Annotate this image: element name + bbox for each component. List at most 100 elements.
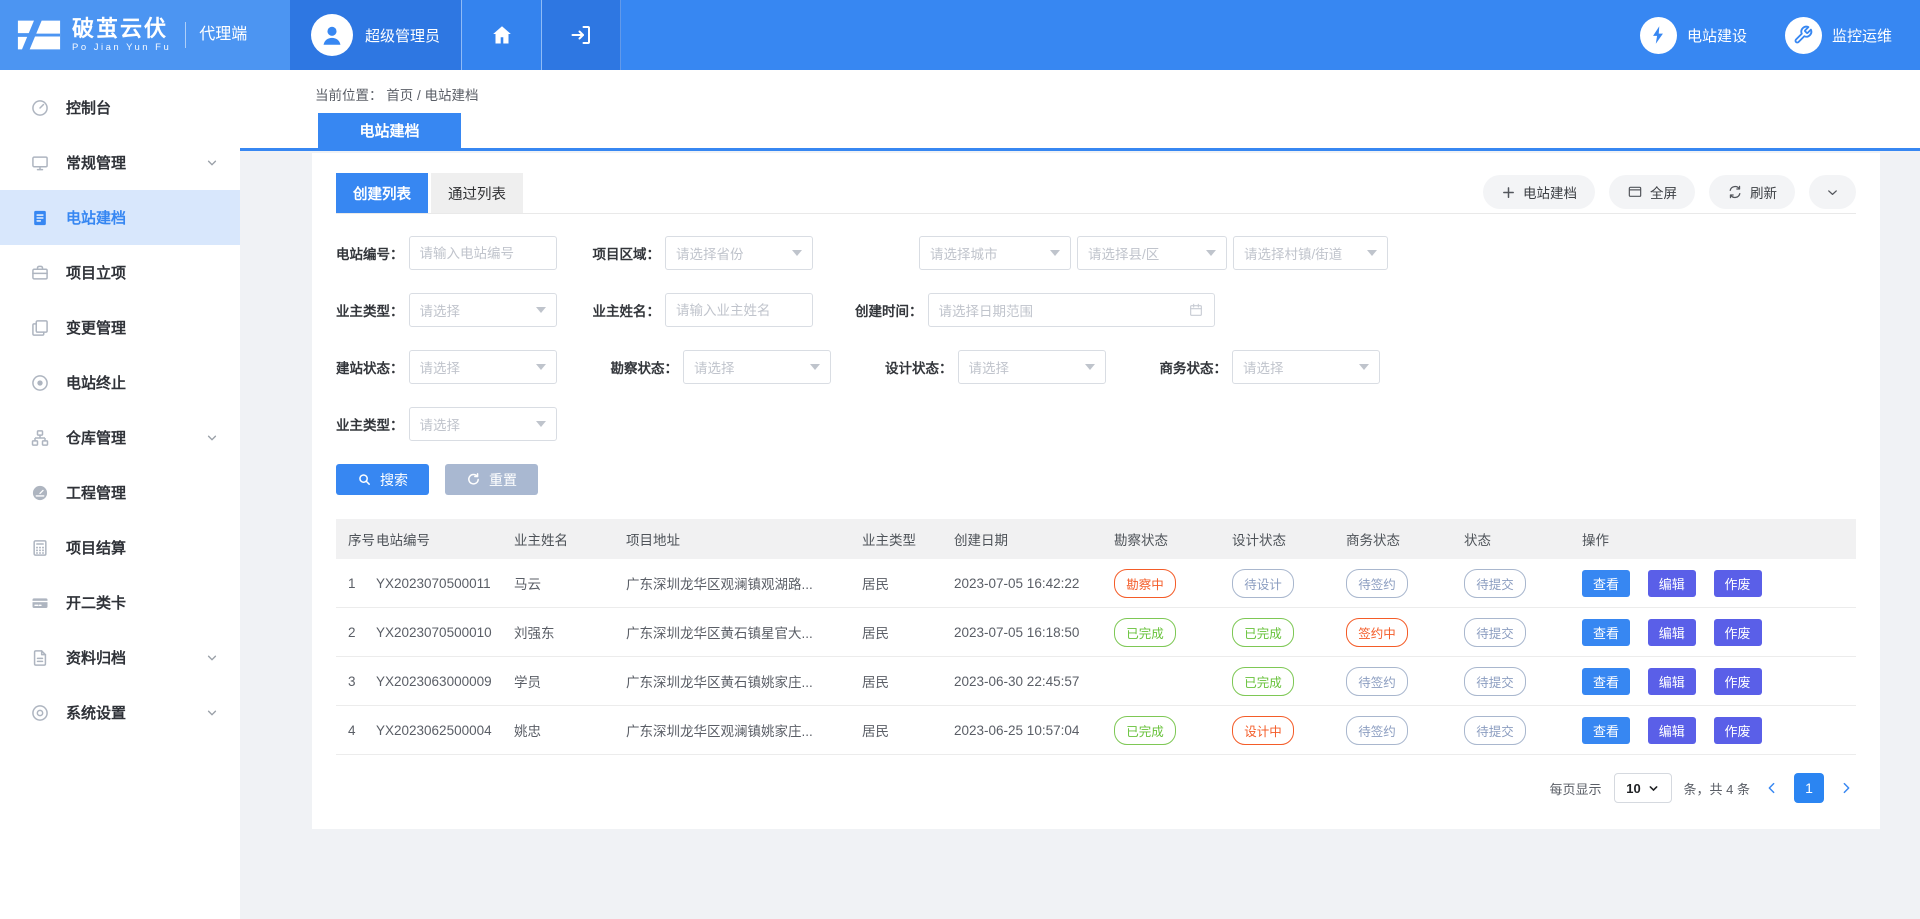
sidebar-item-label: 仓库管理 bbox=[66, 427, 126, 448]
home-button[interactable] bbox=[461, 0, 542, 70]
reset-button[interactable]: 重置 bbox=[445, 464, 538, 495]
cell-created-date: 2023-07-05 16:42:22 bbox=[954, 576, 1114, 591]
view-button[interactable]: 查看 bbox=[1582, 717, 1630, 744]
create-station-button[interactable]: 电站建档 bbox=[1483, 175, 1595, 209]
filter-row-3: 建站状态： 请选择 勘察状态： 请选择 设计状态： 请 bbox=[336, 350, 1856, 384]
total-count-label: 条，共 4 条 bbox=[1684, 779, 1750, 798]
caret-down-icon bbox=[1085, 364, 1095, 370]
table-row: 4 YX2023062500004 姚忠 广东深圳龙华区观澜镇姚家庄... 居民… bbox=[336, 706, 1856, 755]
sidebar-item-data-archive[interactable]: 资料归档 bbox=[0, 630, 240, 685]
sidebar-item-console[interactable]: 控制台 bbox=[0, 80, 240, 135]
card-head: 创建列表 通过列表 电站建档 全屏 bbox=[336, 173, 1856, 214]
caret-down-icon bbox=[1050, 250, 1060, 256]
tab-created-list[interactable]: 创建列表 bbox=[336, 173, 428, 213]
sidebar-item-project-initiation[interactable]: 项目立项 bbox=[0, 245, 240, 300]
table-header-row: 序号 电站编号 业主姓名 项目地址 业主类型 创建日期 勘察状态 设计状态 商务… bbox=[336, 519, 1856, 559]
business-status-select[interactable]: 请选择 bbox=[1232, 350, 1380, 384]
sidebar-item-system-settings[interactable]: 系统设置 bbox=[0, 685, 240, 740]
cell-created-date: 2023-07-05 16:18:50 bbox=[954, 625, 1114, 640]
refresh-button[interactable]: 刷新 bbox=[1709, 175, 1795, 209]
sidebar-item-station-archive[interactable]: 电站建档 bbox=[0, 190, 240, 245]
cell-status: 待提交 bbox=[1464, 667, 1582, 696]
sidebar-item-station-termination[interactable]: 电站终止 bbox=[0, 355, 240, 410]
owner-type-select[interactable]: 请选择 bbox=[409, 293, 557, 327]
nav-station-build[interactable]: 电站建设 bbox=[1640, 17, 1747, 54]
view-button[interactable]: 查看 bbox=[1582, 619, 1630, 646]
page-number-current[interactable]: 1 bbox=[1794, 773, 1824, 803]
province-select[interactable]: 请选择省份 bbox=[665, 236, 813, 270]
edit-button[interactable]: 编辑 bbox=[1648, 619, 1696, 646]
calendar-icon bbox=[1188, 302, 1204, 318]
business-status-placeholder: 请选择 bbox=[1243, 357, 1284, 377]
per-page-select[interactable]: 10 bbox=[1614, 773, 1672, 803]
sidebar-item-general-mgmt[interactable]: 常规管理 bbox=[0, 135, 240, 190]
next-page-button[interactable] bbox=[1836, 780, 1856, 796]
owner-name-input[interactable] bbox=[665, 293, 813, 327]
prev-page-button[interactable] bbox=[1762, 780, 1782, 796]
nav-monitor-ops[interactable]: 监控运维 bbox=[1785, 17, 1892, 54]
collapse-button[interactable] bbox=[1809, 175, 1856, 209]
status-badge: 待提交 bbox=[1464, 716, 1526, 745]
status-badge: 待提交 bbox=[1464, 618, 1526, 647]
sidebar-item-engineering-mgmt[interactable]: 工程管理 bbox=[0, 465, 240, 520]
edit-button[interactable]: 编辑 bbox=[1648, 668, 1696, 695]
logout-button[interactable] bbox=[542, 0, 621, 70]
user-menu[interactable]: 超级管理员 bbox=[290, 0, 461, 70]
search-label: 搜索 bbox=[380, 470, 408, 490]
home-icon bbox=[490, 23, 514, 47]
refresh-icon bbox=[1727, 184, 1743, 200]
tab-passed-list[interactable]: 通过列表 bbox=[431, 173, 523, 213]
date-range-input[interactable]: 请选择日期范围 bbox=[928, 293, 1215, 327]
design-status-select[interactable]: 请选择 bbox=[958, 350, 1106, 384]
col-actions: 操作 bbox=[1582, 529, 1856, 549]
app-header: 破茧云伏 Po Jian Yun Fu 代理端 超级管理员 bbox=[0, 0, 1920, 70]
sidebar-item-project-settlement[interactable]: 项目结算 bbox=[0, 520, 240, 575]
sidebar-item-open-card[interactable]: 开二类卡 bbox=[0, 575, 240, 630]
status-badge: 签约中 bbox=[1346, 618, 1408, 647]
sidebar-item-label: 系统设置 bbox=[66, 702, 126, 723]
owner-type-label: 业主类型： bbox=[336, 300, 404, 320]
edit-button[interactable]: 编辑 bbox=[1648, 570, 1696, 597]
col-owner-type: 业主类型 bbox=[862, 529, 954, 549]
view-button[interactable]: 查看 bbox=[1582, 570, 1630, 597]
city-placeholder: 请选择城市 bbox=[930, 243, 998, 263]
logo-icon bbox=[16, 15, 62, 55]
col-status: 状态 bbox=[1464, 529, 1582, 549]
status-badge: 勘察中 bbox=[1114, 569, 1176, 598]
cell-design-status: 待设计 bbox=[1232, 569, 1346, 598]
build-status-select[interactable]: 请选择 bbox=[409, 350, 557, 384]
filter-panel: 电站编号： 项目区域： 请选择省份 请选择城市 请选择县/区 bbox=[336, 214, 1856, 441]
void-button[interactable]: 作废 bbox=[1714, 717, 1762, 744]
cell-project-address: 广东深圳龙华区黄石镇星官大... bbox=[626, 622, 862, 642]
caret-down-icon bbox=[810, 364, 820, 370]
search-button[interactable]: 搜索 bbox=[336, 464, 429, 495]
avatar bbox=[311, 14, 353, 56]
sidebar-item-label: 资料归档 bbox=[66, 647, 126, 668]
page-tab-station-archive[interactable]: 电站建档 bbox=[318, 113, 461, 148]
sidebar-item-warehouse-mgmt[interactable]: 仓库管理 bbox=[0, 410, 240, 465]
sidebar-item-change-mgmt[interactable]: 变更管理 bbox=[0, 300, 240, 355]
city-select[interactable]: 请选择城市 bbox=[919, 236, 1071, 270]
owner-name-label: 业主姓名： bbox=[593, 300, 661, 320]
design-status-placeholder: 请选择 bbox=[969, 357, 1010, 377]
plus-icon bbox=[1501, 185, 1516, 200]
void-button[interactable]: 作废 bbox=[1714, 619, 1762, 646]
void-button[interactable]: 作废 bbox=[1714, 570, 1762, 597]
cell-business-status: 待签约 bbox=[1346, 569, 1464, 598]
cell-owner-type: 居民 bbox=[862, 622, 954, 642]
survey-status-select[interactable]: 请选择 bbox=[683, 350, 831, 384]
void-button[interactable]: 作废 bbox=[1714, 668, 1762, 695]
village-select[interactable]: 请选择村镇/街道 bbox=[1233, 236, 1388, 270]
cell-business-status: 待签约 bbox=[1346, 716, 1464, 745]
station-code-input[interactable] bbox=[409, 236, 557, 270]
filter-row-1: 电站编号： 项目区域： 请选择省份 请选择城市 请选择县/区 bbox=[336, 236, 1856, 270]
status-badge: 待提交 bbox=[1464, 569, 1526, 598]
view-button[interactable]: 查看 bbox=[1582, 668, 1630, 695]
fullscreen-button[interactable]: 全屏 bbox=[1609, 175, 1695, 209]
county-select[interactable]: 请选择县/区 bbox=[1077, 236, 1227, 270]
cell-station-code: YX2023070500011 bbox=[376, 576, 514, 591]
edit-button[interactable]: 编辑 bbox=[1648, 717, 1696, 744]
owner-type2-select[interactable]: 请选择 bbox=[409, 407, 557, 441]
status-badge: 已完成 bbox=[1232, 667, 1294, 696]
chevron-left-icon bbox=[1764, 780, 1780, 796]
